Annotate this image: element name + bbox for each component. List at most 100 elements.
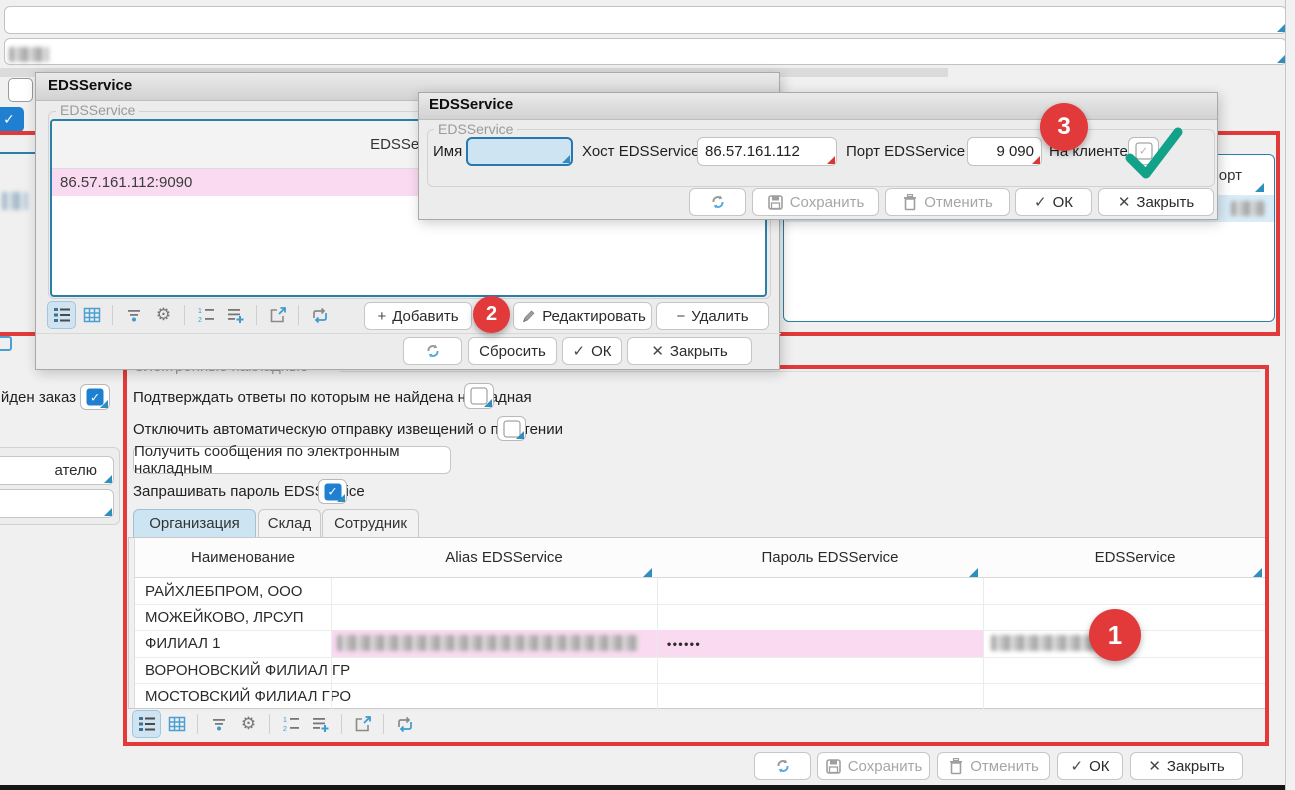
- cancel-button-label: Отменить: [970, 758, 1039, 775]
- close-icon: ✕: [651, 342, 664, 360]
- toolbar-separator: [184, 305, 185, 325]
- numbered-list-icon[interactable]: 12: [192, 302, 219, 328]
- refresh-button[interactable]: [403, 337, 462, 365]
- dialog-titlebar[interactable]: [419, 93, 1217, 120]
- refresh-icon: [424, 342, 442, 360]
- name-field[interactable]: [466, 137, 573, 166]
- dialog-title: EDSService: [429, 96, 513, 113]
- check-icon: ✓: [1071, 757, 1084, 775]
- open-external-icon[interactable]: [264, 302, 291, 328]
- window-right-edge: [1285, 0, 1295, 790]
- edit-button-label: Редактировать: [542, 308, 646, 325]
- add-button[interactable]: + Добавить: [364, 302, 472, 330]
- annotation-checkmark-icon: [1120, 122, 1186, 184]
- host-field[interactable]: 86.57.161.112: [697, 137, 837, 166]
- port-field[interactable]: 9 090: [967, 137, 1042, 166]
- ok-button[interactable]: ✓ОК: [1015, 188, 1092, 216]
- dropdown-corner-icon: [562, 155, 570, 163]
- port-value: 9 090: [996, 143, 1034, 160]
- toolbar-separator: [298, 305, 299, 325]
- cancel-button[interactable]: Отменить: [937, 752, 1050, 780]
- group-label: EDSService: [56, 102, 139, 118]
- background-partial-field[interactable]: [0, 489, 114, 518]
- add-button-label: Добавить: [392, 308, 458, 325]
- dropdown-corner-icon: [1277, 24, 1285, 32]
- save-icon: [825, 758, 842, 775]
- save-button[interactable]: Сохранить: [817, 752, 930, 780]
- pencil-icon: [519, 308, 536, 325]
- host-label: Хост EDSService: [582, 143, 700, 160]
- dialog-title: EDSService: [48, 77, 132, 94]
- check-icon: ✓: [573, 342, 586, 360]
- plus-icon: +: [377, 308, 386, 325]
- found-order-checkbox[interactable]: ✓: [80, 384, 110, 410]
- delete-button[interactable]: −Удалить: [656, 302, 769, 330]
- filter-icon[interactable]: [120, 302, 147, 328]
- annotation-rectangle-2: [123, 365, 1269, 746]
- dropdown-corner-icon: [104, 475, 112, 483]
- window-bottom-edge: [0, 785, 1295, 790]
- ok-button[interactable]: ✓ ОК: [1057, 752, 1123, 780]
- ok-button[interactable]: ✓ ОК: [562, 337, 622, 365]
- list-toolbar: ⚙ 12: [48, 302, 333, 328]
- list-view-icon[interactable]: [48, 302, 75, 328]
- save-button[interactable]: Сохранить: [752, 188, 879, 216]
- close-button[interactable]: ✕ Закрыть: [1130, 752, 1243, 780]
- reset-button-label: Сбросить: [479, 343, 546, 360]
- close-button-label: Закрыть: [670, 343, 728, 360]
- save-button-label: Сохранить: [790, 194, 865, 211]
- modified-corner-icon: [827, 156, 835, 164]
- name-label: Имя: [433, 143, 462, 160]
- ok-button-label: ОК: [1053, 194, 1073, 211]
- settings-gear-icon[interactable]: ⚙: [150, 302, 177, 328]
- background-partial-button[interactable]: ателю: [0, 456, 114, 485]
- refresh-icon: [774, 757, 792, 775]
- save-button-label: Сохранить: [848, 758, 923, 775]
- add-to-list-icon[interactable]: [222, 302, 249, 328]
- background-partial-button-label: ателю: [54, 462, 97, 479]
- refresh-button[interactable]: [754, 752, 811, 780]
- application-window: ✓ йден заказ ✓ ателю Порт Электронные на…: [0, 0, 1295, 790]
- close-button-label: Закрыть: [1136, 194, 1194, 211]
- header-field-2[interactable]: [4, 38, 1287, 65]
- minus-icon: −: [676, 308, 685, 325]
- background-checkbox-unchecked[interactable]: [8, 78, 33, 102]
- delete-button-label: Удалить: [691, 308, 748, 325]
- header-field-1[interactable]: [4, 6, 1287, 34]
- annotation-step-3: 3: [1040, 103, 1088, 151]
- toolbar-separator: [112, 305, 113, 325]
- svg-text:2: 2: [198, 317, 202, 324]
- grid-view-icon[interactable]: [78, 302, 105, 328]
- reset-button[interactable]: Сбросить: [468, 337, 557, 365]
- redacted-text: [9, 47, 49, 62]
- refresh-button[interactable]: [689, 188, 746, 216]
- group-label: EDSService: [434, 121, 517, 137]
- close-button-label: Закрыть: [1167, 758, 1225, 775]
- ok-button-label: ОК: [1089, 758, 1109, 775]
- toolbar-separator: [256, 305, 257, 325]
- cancel-button[interactable]: Отменить: [885, 188, 1010, 216]
- edit-button[interactable]: Редактировать: [513, 302, 652, 330]
- close-icon: ✕: [1148, 757, 1161, 775]
- background-icon-fragment: [0, 336, 12, 351]
- refresh-icon: [709, 193, 727, 211]
- dropdown-corner-icon: [1277, 55, 1285, 63]
- modified-corner-icon: [1032, 156, 1040, 164]
- annotation-step-2: 2: [473, 296, 510, 333]
- svg-text:1: 1: [198, 308, 202, 315]
- footer-divider: [36, 333, 781, 334]
- ok-button-label: ОК: [591, 343, 611, 360]
- close-button[interactable]: ✕ Закрыть: [627, 337, 752, 365]
- dropdown-corner-icon: [104, 508, 112, 516]
- host-value: 86.57.161.112: [705, 143, 800, 160]
- close-button[interactable]: ✕ Закрыть: [1098, 188, 1214, 216]
- repeat-icon[interactable]: [306, 302, 333, 328]
- edsservice-edit-dialog: EDSService EDSService Имя Хост EDSServic…: [418, 92, 1218, 220]
- close-icon: ✕: [1118, 193, 1131, 211]
- dropdown-corner-icon: [100, 400, 108, 408]
- save-icon: [767, 194, 784, 211]
- port-label: Порт EDSService: [846, 143, 965, 160]
- trash-icon: [948, 758, 964, 775]
- trash-icon: [902, 194, 918, 211]
- background-checkbox-checked[interactable]: ✓: [0, 107, 24, 132]
